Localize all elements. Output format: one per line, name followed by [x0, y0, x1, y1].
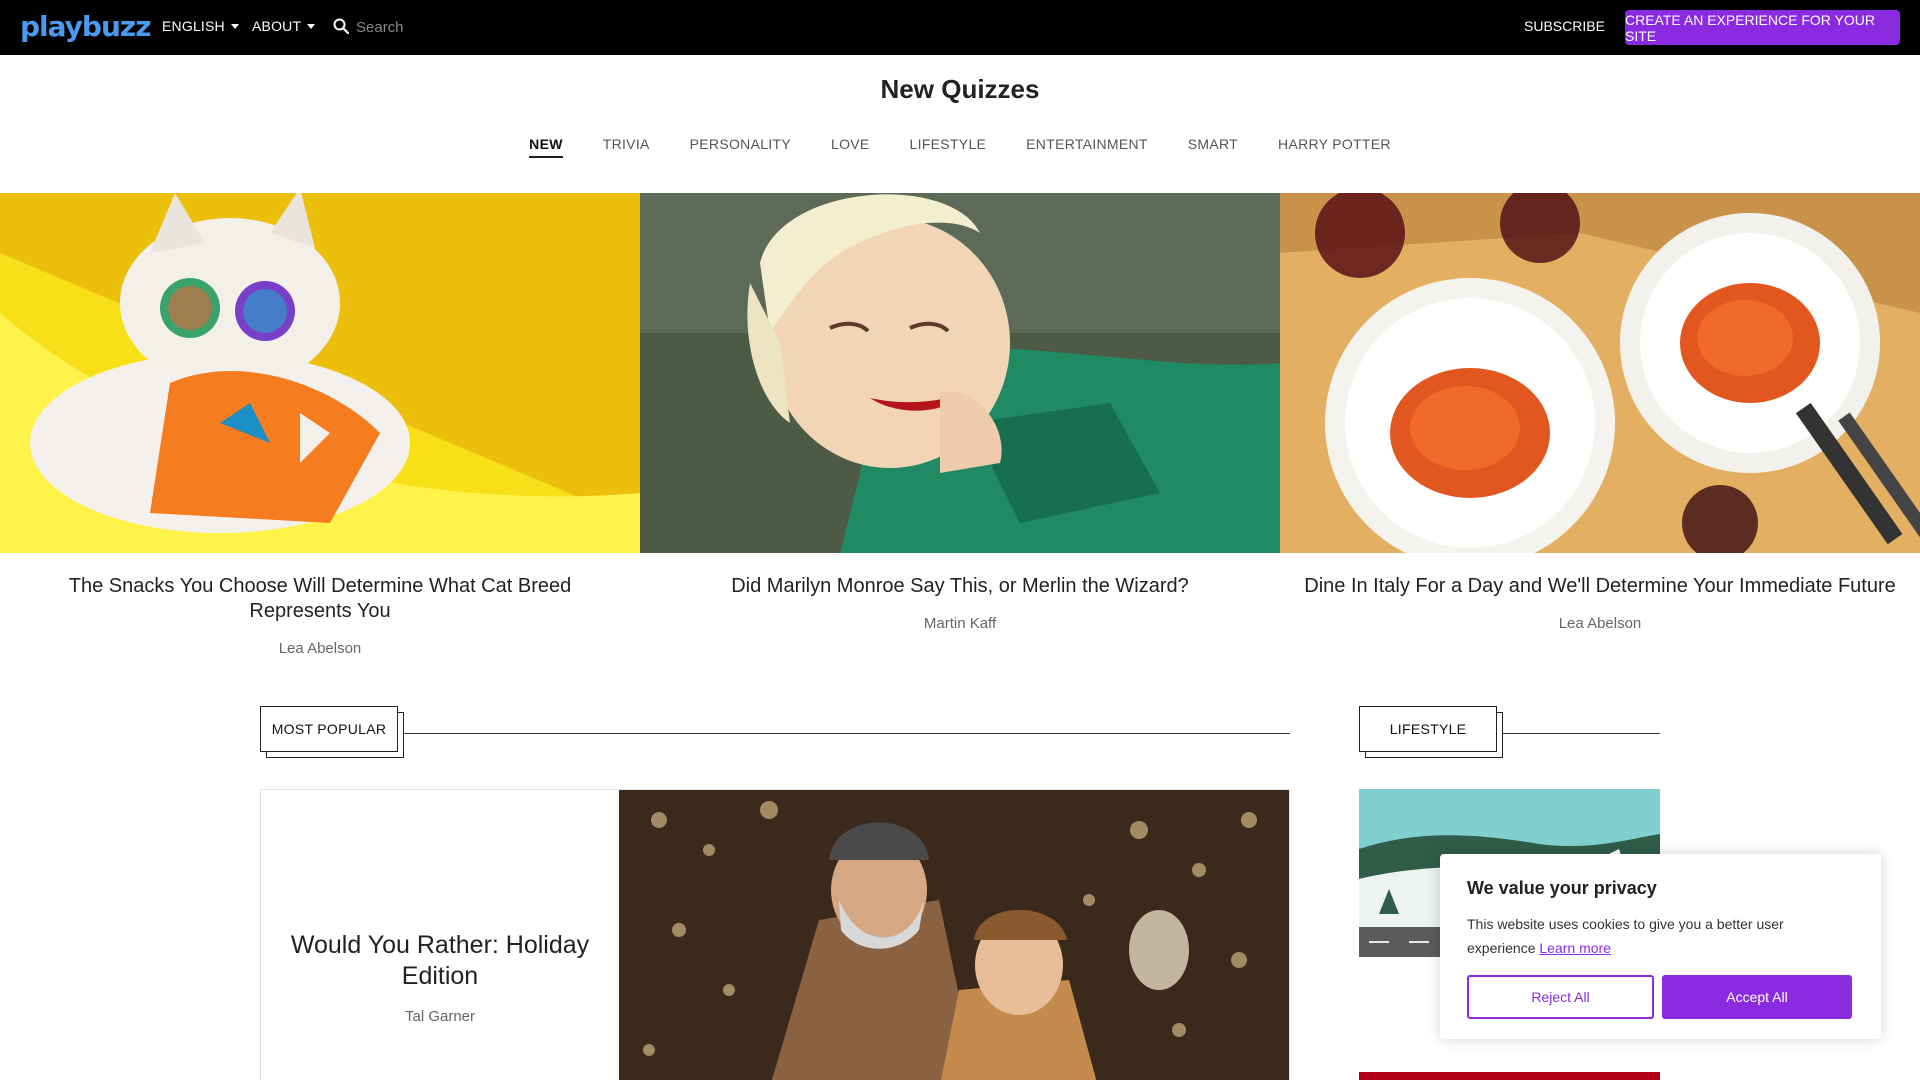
cookie-title: We value your privacy [1467, 878, 1657, 898]
heading-label: LIFESTYLE [1359, 706, 1497, 752]
quiz-card-title[interactable]: The Snacks You Choose Will Determine Wha… [60, 574, 580, 624]
language-label: ENGLISH [162, 18, 225, 34]
heading-label: MOST POPULAR [260, 706, 398, 752]
most-popular-image[interactable] [619, 790, 1289, 1080]
most-popular-heading: MOST POPULAR [260, 706, 1290, 762]
search-icon[interactable] [333, 18, 349, 34]
category-tabs: NEW TRIVIA PERSONALITY LOVE LIFESTYLE EN… [0, 136, 1920, 158]
caret-down-icon [307, 23, 316, 29]
cat-hammock-image [0, 193, 640, 553]
quiz-card-title[interactable]: Dine In Italy For a Day and We'll Determ… [1300, 574, 1900, 599]
quiz-card-image-spaghetti[interactable] [1280, 193, 1920, 553]
top-navbar: playbuzz ENGLISH ABOUT SUBSCRIBE CREATE … [0, 0, 1920, 55]
quiz-card-image-cat[interactable] [0, 193, 640, 553]
quiz-card-author[interactable]: Martin Kaff [660, 615, 1260, 632]
next-card-image-edge[interactable] [1359, 1072, 1660, 1080]
learn-more-link[interactable]: Learn more [1539, 940, 1611, 956]
page-title: New Quizzes [880, 74, 1040, 104]
create-experience-button[interactable]: CREATE AN EXPERIENCE FOR YOUR SITE [1625, 10, 1900, 45]
tab-love[interactable]: LOVE [831, 136, 870, 158]
holiday-couple-image [619, 790, 1289, 1080]
tab-personality[interactable]: PERSONALITY [690, 136, 791, 158]
quiz-card-author[interactable]: Lea Abelson [1300, 615, 1900, 632]
cookie-message: This website uses cookies to give you a … [1467, 916, 1784, 956]
tab-entertainment[interactable]: ENTERTAINMENT [1026, 136, 1148, 158]
about-label: ABOUT [252, 18, 302, 34]
quiz-card-author[interactable]: Lea Abelson [60, 640, 580, 657]
spaghetti-plates-image [1280, 193, 1920, 553]
language-dropdown[interactable]: ENGLISH [162, 18, 239, 34]
tab-new[interactable]: NEW [529, 136, 563, 158]
search-input[interactable] [356, 14, 616, 40]
tab-harry-potter[interactable]: HARRY POTTER [1278, 136, 1391, 158]
most-popular-card[interactable]: Would You Rather: Holiday Edition Tal Ga… [260, 789, 1290, 1080]
tab-trivia[interactable]: TRIVIA [603, 136, 650, 158]
playbuzz-logo[interactable]: playbuzz [20, 10, 151, 44]
accept-all-button[interactable]: Accept All [1662, 975, 1852, 1019]
heading-rule [404, 733, 1290, 734]
most-popular-title[interactable]: Would You Rather: Holiday Edition [281, 930, 599, 992]
about-dropdown[interactable]: ABOUT [252, 18, 316, 34]
most-popular-author[interactable]: Tal Garner [281, 1008, 599, 1025]
caret-down-icon [230, 23, 239, 29]
tab-lifestyle[interactable]: LIFESTYLE [910, 136, 987, 158]
marilyn-portrait-image [640, 193, 1280, 553]
reject-all-button[interactable]: Reject All [1467, 975, 1654, 1019]
heading-rule [1503, 733, 1660, 734]
tab-smart[interactable]: SMART [1188, 136, 1238, 158]
subscribe-link[interactable]: SUBSCRIBE [1524, 18, 1605, 34]
cookie-consent-banner: We value your privacy This website uses … [1440, 854, 1881, 1039]
quiz-card-image-marilyn[interactable] [640, 193, 1280, 553]
quiz-card-title[interactable]: Did Marilyn Monroe Say This, or Merlin t… [660, 574, 1260, 599]
cookie-text: This website uses cookies to give you a … [1467, 912, 1847, 960]
most-popular-text: Would You Rather: Holiday Edition Tal Ga… [261, 790, 619, 1080]
lifestyle-heading: LIFESTYLE [1359, 706, 1660, 762]
